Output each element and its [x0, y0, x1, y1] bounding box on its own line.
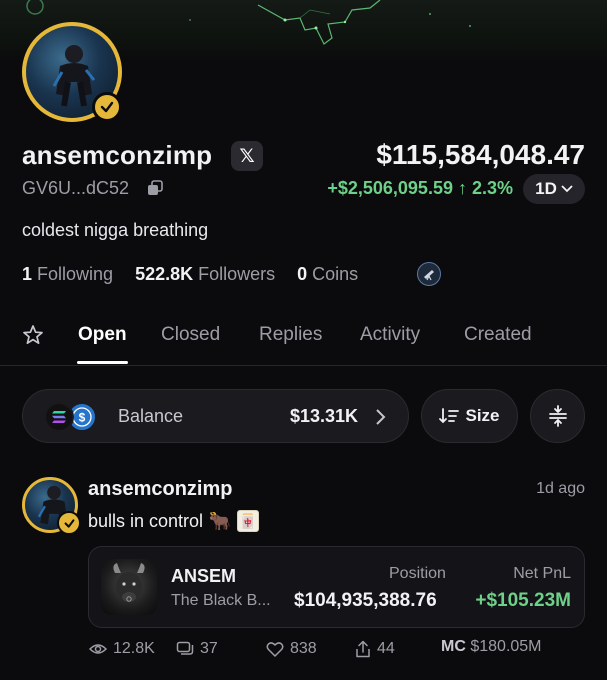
tab-activity[interactable]: Activity	[360, 324, 420, 346]
profile-stats: 1 Following 522.8K Followers 0 Coins	[22, 264, 358, 285]
mahjong-emoji: 🀄	[237, 510, 260, 532]
sol-icon	[44, 402, 74, 432]
post-verified-badge-icon	[57, 511, 81, 535]
reply-icon	[176, 641, 194, 655]
portfolio-value: $115,584,048.47	[376, 139, 585, 170]
share-button[interactable]: 44	[355, 638, 395, 660]
balance-value: $13.31K	[289, 406, 358, 426]
chevron-down-icon	[561, 185, 573, 193]
telescope-icon[interactable]	[417, 262, 441, 286]
compress-icon	[548, 405, 567, 427]
likes-count: 838	[290, 640, 317, 657]
like-button[interactable]: 838	[266, 638, 317, 660]
eye-icon	[89, 644, 107, 654]
views-count: 12.8K	[113, 640, 155, 657]
sort-icon	[439, 408, 460, 424]
shares-count: 44	[377, 640, 395, 657]
followers-stat[interactable]: 522.8K Followers	[135, 264, 275, 285]
tab-open[interactable]: Open	[78, 324, 127, 346]
trade-card[interactable]: ANSEM The Black B... Position $104,935,3…	[88, 546, 585, 628]
coins-stat[interactable]: 0 Coins	[297, 264, 358, 285]
position-tabs: Open Closed Replies Activity Created	[0, 310, 607, 366]
token-image	[101, 559, 157, 615]
period-selector[interactable]: 1D	[523, 174, 585, 204]
ox-emoji: 🐂	[208, 510, 232, 531]
replies-button[interactable]: 37	[176, 638, 218, 660]
token-symbol: ANSEM	[171, 566, 237, 586]
tab-closed[interactable]: Closed	[161, 324, 220, 346]
post-timestamp: 1d ago	[536, 480, 585, 497]
x-link-button[interactable]: 𝕏	[231, 141, 263, 171]
star-icon[interactable]	[22, 324, 44, 346]
chevron-right-icon	[376, 409, 386, 425]
copy-icon[interactable]	[147, 180, 163, 196]
market-cap: MC $180.05M	[441, 638, 542, 656]
position-label: Position	[389, 565, 446, 582]
share-icon	[356, 640, 370, 658]
heart-icon	[266, 642, 284, 657]
tab-created[interactable]: Created	[464, 324, 532, 346]
profile-bio: coldest nigga breathing	[22, 220, 209, 240]
following-stat[interactable]: 1 Following	[22, 264, 113, 285]
verified-badge-icon	[92, 92, 122, 122]
tab-replies[interactable]: Replies	[259, 324, 322, 346]
post-username[interactable]: ansemconzimp	[88, 478, 232, 501]
position-value: $104,935,388.76	[294, 590, 437, 611]
market-cap-value: $180.05M	[470, 638, 542, 655]
wallet-address: GV6U...dC52	[22, 178, 130, 198]
pnl-change: +$2,506,095.59 ↑ 2.3%	[327, 178, 513, 198]
active-tab-indicator	[77, 361, 128, 364]
compress-toggle-button[interactable]	[530, 389, 585, 443]
balance-label: Balance	[118, 406, 184, 426]
sort-size-button[interactable]: Size	[421, 389, 518, 443]
views-stat: 12.8K	[89, 638, 155, 660]
net-pnl-value: +$105.23M	[475, 590, 571, 611]
market-cap-label: MC	[441, 638, 466, 655]
net-pnl-label: Net PnL	[513, 565, 571, 582]
post-body: bulls in control	[88, 510, 204, 531]
replies-count: 37	[200, 640, 218, 657]
profile-username: ansemconzimp	[22, 140, 213, 170]
sort-label: Size	[465, 406, 500, 425]
svg-text:$: $	[79, 411, 86, 425]
token-name: The Black B...	[171, 592, 271, 609]
balance-button[interactable]: $ Balance $13.31K	[22, 389, 409, 443]
post-text: bulls in control 🐂 🀄	[88, 510, 260, 532]
period-label: 1D	[535, 179, 557, 198]
